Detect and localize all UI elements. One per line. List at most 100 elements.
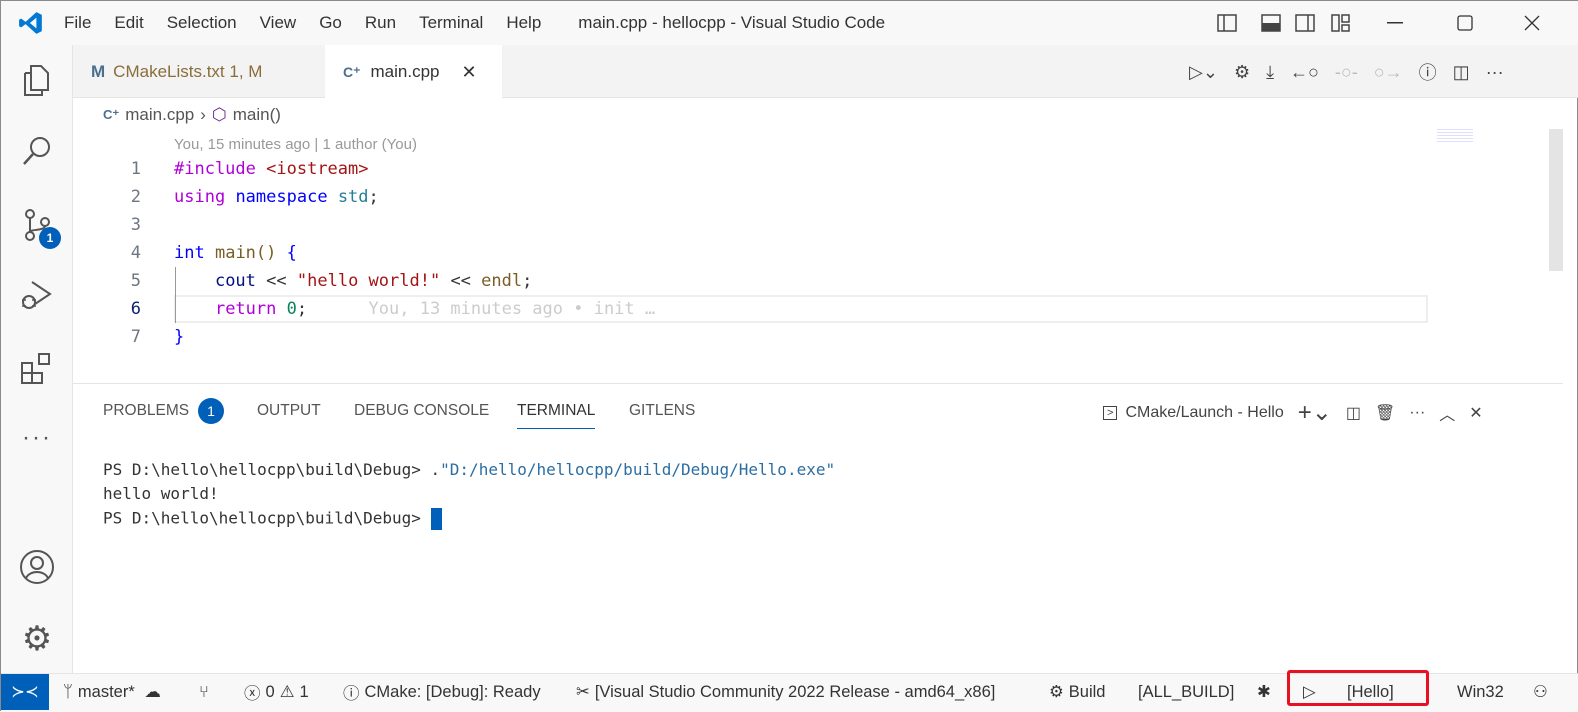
remote-button[interactable]: ≻≺ [1, 674, 49, 710]
source-control-badge: 1 [39, 227, 61, 249]
maximize-panel-icon[interactable]: ︿ [1439, 401, 1455, 425]
new-terminal-icon[interactable]: +⌄ [1298, 398, 1332, 427]
tools-icon: ✂ [576, 683, 590, 701]
menu-terminal[interactable]: Terminal [419, 13, 483, 33]
search-icon[interactable] [17, 131, 57, 171]
code-line: int main() { [174, 243, 297, 263]
publish-cloud-icon[interactable]: ☁ [140, 682, 161, 702]
git-commit-icon[interactable]: -○- [1335, 62, 1358, 83]
cmake-install-icon[interactable]: ⤓ [1266, 62, 1274, 83]
branch-button[interactable]: ᛘ master* ☁ [63, 674, 161, 710]
tab-cmakelists[interactable]: M CMakeLists.txt 1, M [73, 45, 325, 98]
platform[interactable]: Win32 [1457, 674, 1504, 710]
title-bar: File Edit Selection View Go Run Terminal… [1, 1, 1578, 45]
cmake-settings-icon[interactable]: ⚙ [1234, 62, 1250, 83]
run-debug-icon[interactable] [17, 275, 57, 315]
tab-gitlens[interactable]: GITLENS [629, 402, 695, 420]
menu-help[interactable]: Help [506, 13, 541, 33]
toggle-sidebar-icon[interactable] [1204, 1, 1250, 45]
cmake-kit[interactable]: ✂ [Visual Studio Community 2022 Release -… [576, 674, 995, 710]
cmake-status[interactable]: ⓘ CMake: [Debug]: Ready [343, 674, 541, 710]
terminal-selector[interactable]: > CMake/Launch - Hello [1103, 404, 1284, 422]
run-launch-icon[interactable]: ▷ [1303, 674, 1316, 710]
activity-bar: 1 ··· ⚙ [1, 45, 73, 673]
terminal-actions: > CMake/Launch - Hello +⌄ ◫ 🗑 ··· ︿ ✕ [1103, 398, 1483, 427]
line-number: 7 [130, 327, 141, 347]
more-actions-icon[interactable]: ··· [1486, 62, 1504, 83]
menu-view[interactable]: View [260, 13, 297, 33]
panel: PROBLEMS 1 OUTPUT DEBUG CONSOLE TERMINAL… [73, 383, 1563, 673]
code-line: return 0; You, 13 minutes ago • init … [214, 299, 656, 319]
cpp-file-icon: C⁺ [343, 63, 361, 80]
tab-output[interactable]: OUTPUT [257, 402, 321, 420]
source-control-icon[interactable]: 1 [17, 205, 61, 249]
code-line: } [174, 327, 185, 347]
chevron-right-icon: › [200, 105, 206, 124]
warning-icon: ⚠ [279, 683, 295, 701]
current-line: 6 return 0; You, 13 minutes ago • init … [73, 295, 1563, 323]
info-icon: ⓘ [343, 685, 360, 703]
editor-scrollbar[interactable] [1549, 129, 1563, 271]
menu-run[interactable]: Run [365, 13, 396, 33]
git-branch-icon: ᛘ [63, 682, 73, 701]
close-panel-icon[interactable]: ✕ [1469, 403, 1482, 423]
git-graph-icon[interactable]: ⑂ [199, 674, 209, 710]
terminal-line: PS D:\hello\hellocpp\build\Debug> ."D:/h… [103, 460, 836, 479]
minimize-button[interactable] [1372, 1, 1418, 45]
menu-go[interactable]: Go [319, 13, 342, 33]
menu-edit[interactable]: Edit [114, 13, 143, 33]
split-editor-icon[interactable]: ◫ [1453, 62, 1470, 83]
tab-main-cpp[interactable]: C⁺ main.cpp ✕ [325, 45, 502, 99]
terminal-cursor [430, 508, 442, 530]
breadcrumb-file[interactable]: main.cpp [125, 105, 194, 125]
terminal-icon: > [1103, 405, 1118, 420]
breadcrumb: C⁺ main.cpp › ⬡ main() [103, 105, 281, 125]
line-number: 5 [130, 271, 141, 291]
tab-problems[interactable]: PROBLEMS [103, 402, 189, 420]
kill-terminal-icon[interactable]: 🗑 [1375, 403, 1395, 423]
menu-file[interactable]: File [64, 13, 91, 33]
codelens-blame[interactable]: You, 15 minutes ago | 1 author (You) [174, 136, 417, 153]
debug-bug-icon[interactable]: ✱ [1257, 674, 1271, 710]
symbol-method-icon: ⬡ [211, 105, 227, 124]
close-window-button[interactable] [1509, 1, 1555, 45]
cmake-file-icon: M [91, 61, 106, 81]
indent-guide [175, 267, 176, 323]
more-actions-icon[interactable]: ··· [1409, 404, 1425, 422]
more-icon[interactable]: ··· [17, 418, 57, 458]
maximize-button[interactable] [1442, 1, 1488, 45]
code-line: #include <iostream> [174, 159, 369, 179]
git-next-change-icon[interactable]: ○→ [1374, 62, 1403, 83]
tab-terminal[interactable]: TERMINAL [517, 402, 596, 429]
git-previous-change-icon[interactable]: ←○ [1290, 62, 1319, 83]
problems-status[interactable]: ⓧ 0 ⚠ 1 [244, 674, 309, 710]
gear-icon: ⚙ [1049, 683, 1064, 701]
cmake-build-button[interactable]: ⚙ Build [1049, 674, 1106, 710]
explorer-icon[interactable] [17, 61, 57, 101]
tab-debug-console[interactable]: DEBUG CONSOLE [354, 402, 489, 420]
launch-target[interactable]: [Hello] [1347, 674, 1394, 710]
code-line: cout << "hello world!" << endl; [214, 271, 533, 291]
accounts-icon[interactable] [17, 547, 57, 587]
close-tab-icon[interactable]: ✕ [461, 62, 476, 83]
line-number: 1 [130, 159, 141, 179]
run-debug-dropdown-icon[interactable]: ▷⌄ [1189, 62, 1218, 83]
feedback-icon[interactable]: ⚇ [1533, 674, 1548, 710]
gitlens-inspect-icon[interactable]: ⓘ [1419, 59, 1437, 85]
error-icon: ⓧ [244, 685, 261, 703]
vscode-logo-icon [1, 10, 61, 36]
customize-layout-icon[interactable] [1318, 1, 1364, 45]
minimap [1437, 129, 1473, 143]
settings-gear-icon[interactable]: ⚙ [17, 619, 57, 659]
menu-selection[interactable]: Selection [167, 13, 237, 33]
code-line: using namespace std; [174, 187, 379, 207]
terminal-line[interactable]: PS D:\hello\hellocpp\build\Debug> [103, 508, 442, 530]
menu-bar: File Edit Selection View Go Run Terminal… [64, 13, 564, 33]
line-number: 2 [130, 187, 141, 207]
split-terminal-icon[interactable]: ◫ [1346, 403, 1361, 423]
build-target[interactable]: [ALL_BUILD] [1138, 674, 1234, 710]
extensions-icon[interactable] [17, 348, 57, 388]
problems-badge: 1 [198, 398, 224, 424]
terminal-line: hello world! [103, 484, 219, 503]
breadcrumb-symbol[interactable]: main() [233, 105, 281, 125]
